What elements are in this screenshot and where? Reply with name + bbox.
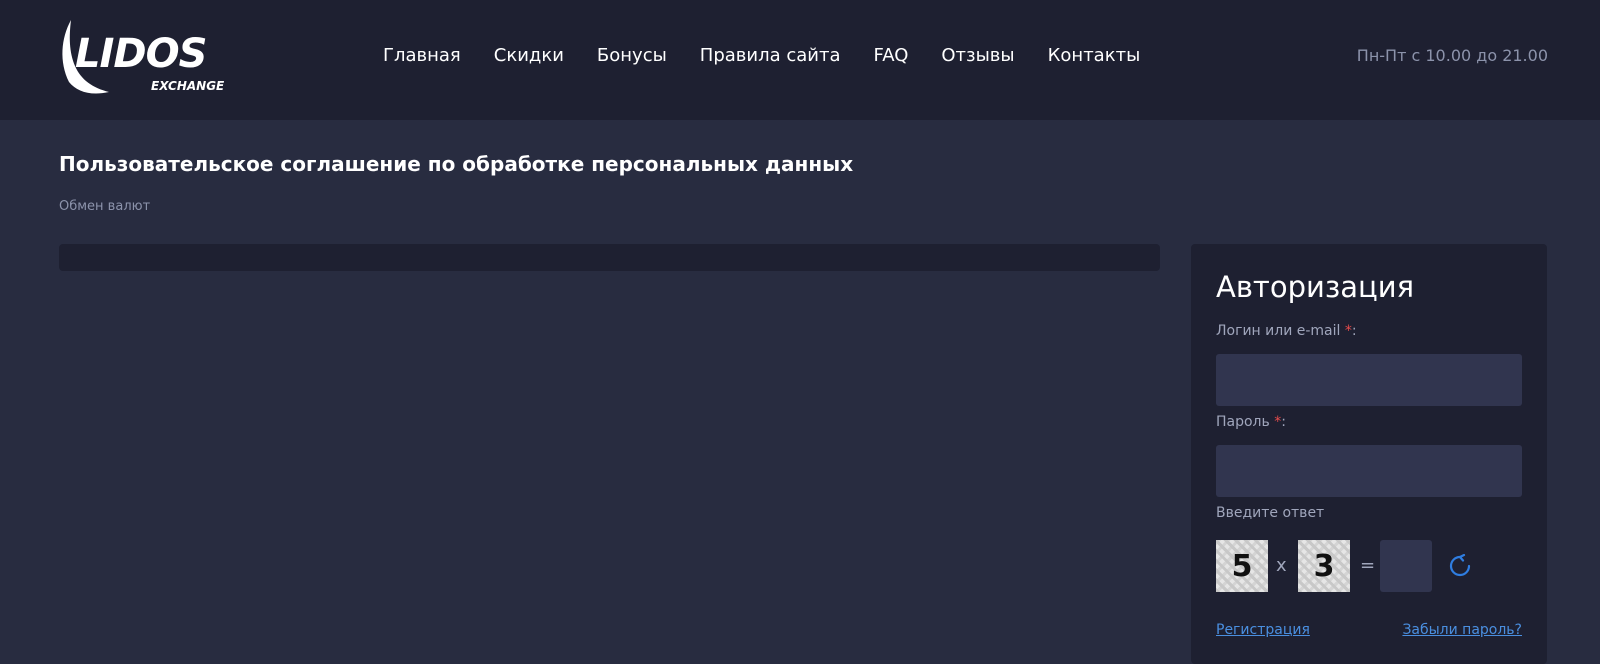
register-link[interactable]: Регистрация <box>1216 620 1310 640</box>
login-input[interactable] <box>1216 354 1522 406</box>
site-header: LIDOS EXCHANGE Главная Скидки Бонусы Пра… <box>0 0 1600 120</box>
captcha-operator: x <box>1276 555 1287 576</box>
auth-title: Авторизация <box>1216 270 1415 304</box>
nav-item-rules[interactable]: Правила сайта <box>700 44 841 68</box>
nav-item-faq[interactable]: FAQ <box>874 44 909 68</box>
captcha: 5 x 3 = <box>1216 540 1536 592</box>
logo-text: LIDOS <box>75 31 207 77</box>
forgot-password-link[interactable]: Забыли пароль? <box>1402 620 1522 640</box>
nav-item-discounts[interactable]: Скидки <box>494 44 564 68</box>
password-input[interactable] <box>1216 445 1522 497</box>
login-label-text: Логин или e-mail <box>1216 323 1341 339</box>
label-colon: : <box>1351 323 1357 339</box>
captcha-answer-input[interactable] <box>1380 540 1432 592</box>
refresh-icon[interactable] <box>1448 554 1472 578</box>
nav-item-bonuses[interactable]: Бонусы <box>597 44 667 68</box>
nav-item-contacts[interactable]: Контакты <box>1048 44 1141 68</box>
page-title: Пользовательское соглашение по обработке… <box>59 152 854 176</box>
required-mark: * <box>1344 323 1352 339</box>
site-logo[interactable]: LIDOS EXCHANGE <box>57 18 227 96</box>
logo-subtext: EXCHANGE <box>151 79 225 93</box>
nav-item-home[interactable]: Главная <box>383 44 461 68</box>
password-label: Пароль *: <box>1216 412 1286 432</box>
breadcrumb[interactable]: Обмен валют <box>59 198 150 216</box>
password-label-text: Пароль <box>1216 414 1270 430</box>
captcha-operand-b: 3 <box>1298 540 1350 592</box>
label-colon: : <box>1281 414 1286 430</box>
nav-item-reviews[interactable]: Отзывы <box>941 44 1014 68</box>
content-panel <box>59 244 1160 271</box>
main-nav: Главная Скидки Бонусы Правила сайта FAQ … <box>383 44 1173 68</box>
auth-widget: Авторизация Логин или e-mail *: Пароль *… <box>1191 244 1547 664</box>
login-label: Логин или e-mail *: <box>1216 321 1357 341</box>
working-hours: Пн-Пт с 10.00 до 21.00 <box>1356 46 1548 65</box>
captcha-equals: = <box>1360 555 1376 576</box>
captcha-operand-a: 5 <box>1216 540 1268 592</box>
captcha-label: Введите ответ <box>1216 505 1325 521</box>
